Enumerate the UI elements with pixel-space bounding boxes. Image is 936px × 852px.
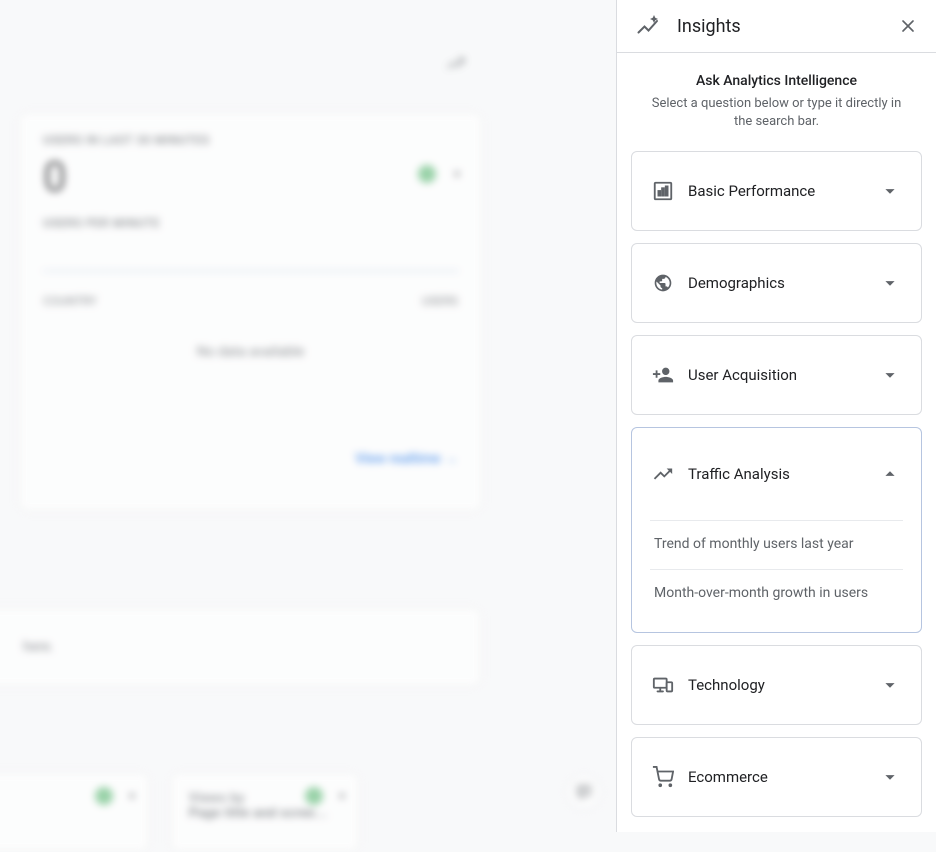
globe-icon bbox=[652, 272, 674, 294]
category-label: Demographics bbox=[688, 274, 879, 292]
category-header-ecommerce[interactable]: Ecommerce bbox=[632, 738, 921, 816]
insights-icon bbox=[635, 14, 659, 38]
trending-icon bbox=[652, 463, 674, 485]
category-demographics: Demographics bbox=[631, 243, 922, 323]
category-label: Basic Performance bbox=[688, 182, 879, 200]
bottom-card-1: ▾ bbox=[0, 772, 150, 852]
cart-icon bbox=[652, 766, 674, 788]
chevron-down-icon bbox=[879, 674, 901, 696]
insights-panel: Insights Ask Analytics Intelligence Sele… bbox=[616, 0, 936, 832]
insight-item-trend-monthly-users[interactable]: Trend of monthly users last year bbox=[650, 520, 903, 569]
intro-subtitle: Select a question below or type it direc… bbox=[631, 95, 922, 131]
realtime-users-card: USERS IN LAST 30 MINUTES 0 ▾ USERS PER M… bbox=[18, 112, 483, 512]
caret-icon: ▾ bbox=[454, 167, 460, 181]
status-badge bbox=[305, 787, 323, 805]
caret-icon: ▾ bbox=[339, 789, 345, 803]
category-label: Technology bbox=[688, 676, 879, 694]
category-header-user-acquisition[interactable]: User Acquisition bbox=[632, 336, 921, 414]
insight-item-mom-growth[interactable]: Month-over-month growth in users bbox=[650, 569, 903, 618]
category-ecommerce: Ecommerce bbox=[631, 737, 922, 817]
category-label: User Acquisition bbox=[688, 366, 879, 384]
status-badge bbox=[95, 787, 113, 805]
category-header-basic-performance[interactable]: Basic Performance bbox=[632, 152, 921, 230]
category-header-demographics[interactable]: Demographics bbox=[632, 244, 921, 322]
chat-bubble-icon bbox=[566, 774, 602, 810]
users-30min-label: USERS IN LAST 30 MINUTES bbox=[43, 133, 458, 147]
caret-icon: ▾ bbox=[129, 789, 135, 803]
panel-title: Insights bbox=[677, 16, 896, 37]
users-header: USERS bbox=[422, 294, 458, 308]
info-card: here. bbox=[0, 607, 482, 687]
category-header-traffic-analysis[interactable]: Traffic Analysis bbox=[632, 428, 921, 520]
users-30min-value: 0 bbox=[43, 153, 458, 202]
view-realtime-link: View realtime → bbox=[43, 450, 458, 467]
category-user-acquisition: User Acquisition bbox=[631, 335, 922, 415]
chevron-down-icon bbox=[879, 766, 901, 788]
country-header: COUNTRY bbox=[43, 294, 97, 308]
status-badge bbox=[418, 165, 436, 183]
panel-header: Insights bbox=[617, 0, 936, 53]
person-add-icon bbox=[652, 364, 674, 386]
category-basic-performance: Basic Performance bbox=[631, 151, 922, 231]
chevron-down-icon bbox=[879, 364, 901, 386]
category-label: Traffic Analysis bbox=[688, 465, 879, 483]
close-button[interactable] bbox=[896, 14, 920, 38]
users-per-minute-label: USERS PER MINUTE bbox=[43, 216, 458, 230]
devices-icon bbox=[652, 674, 674, 696]
bottom-card-2: Views by Page title and scree... ▾ bbox=[170, 772, 360, 852]
category-label: Ecommerce bbox=[688, 768, 879, 786]
share-icon bbox=[445, 52, 465, 77]
chevron-up-icon bbox=[879, 463, 901, 485]
category-technology: Technology bbox=[631, 645, 922, 725]
dashboard-background: USERS IN LAST 30 MINUTES 0 ▾ USERS PER M… bbox=[0, 0, 615, 832]
chevron-down-icon bbox=[879, 272, 901, 294]
category-traffic-analysis: Traffic Analysis Trend of monthly users … bbox=[631, 427, 922, 632]
category-header-technology[interactable]: Technology bbox=[632, 646, 921, 724]
intro-title: Ask Analytics Intelligence bbox=[631, 73, 922, 89]
panel-body: Ask Analytics Intelligence Select a ques… bbox=[617, 53, 936, 832]
category-items: Trend of monthly users last year Month-o… bbox=[632, 520, 921, 631]
no-data-text: No data available bbox=[43, 344, 458, 360]
chevron-down-icon bbox=[879, 180, 901, 202]
dashboard-icon bbox=[652, 180, 674, 202]
chart-placeholder bbox=[43, 270, 458, 272]
